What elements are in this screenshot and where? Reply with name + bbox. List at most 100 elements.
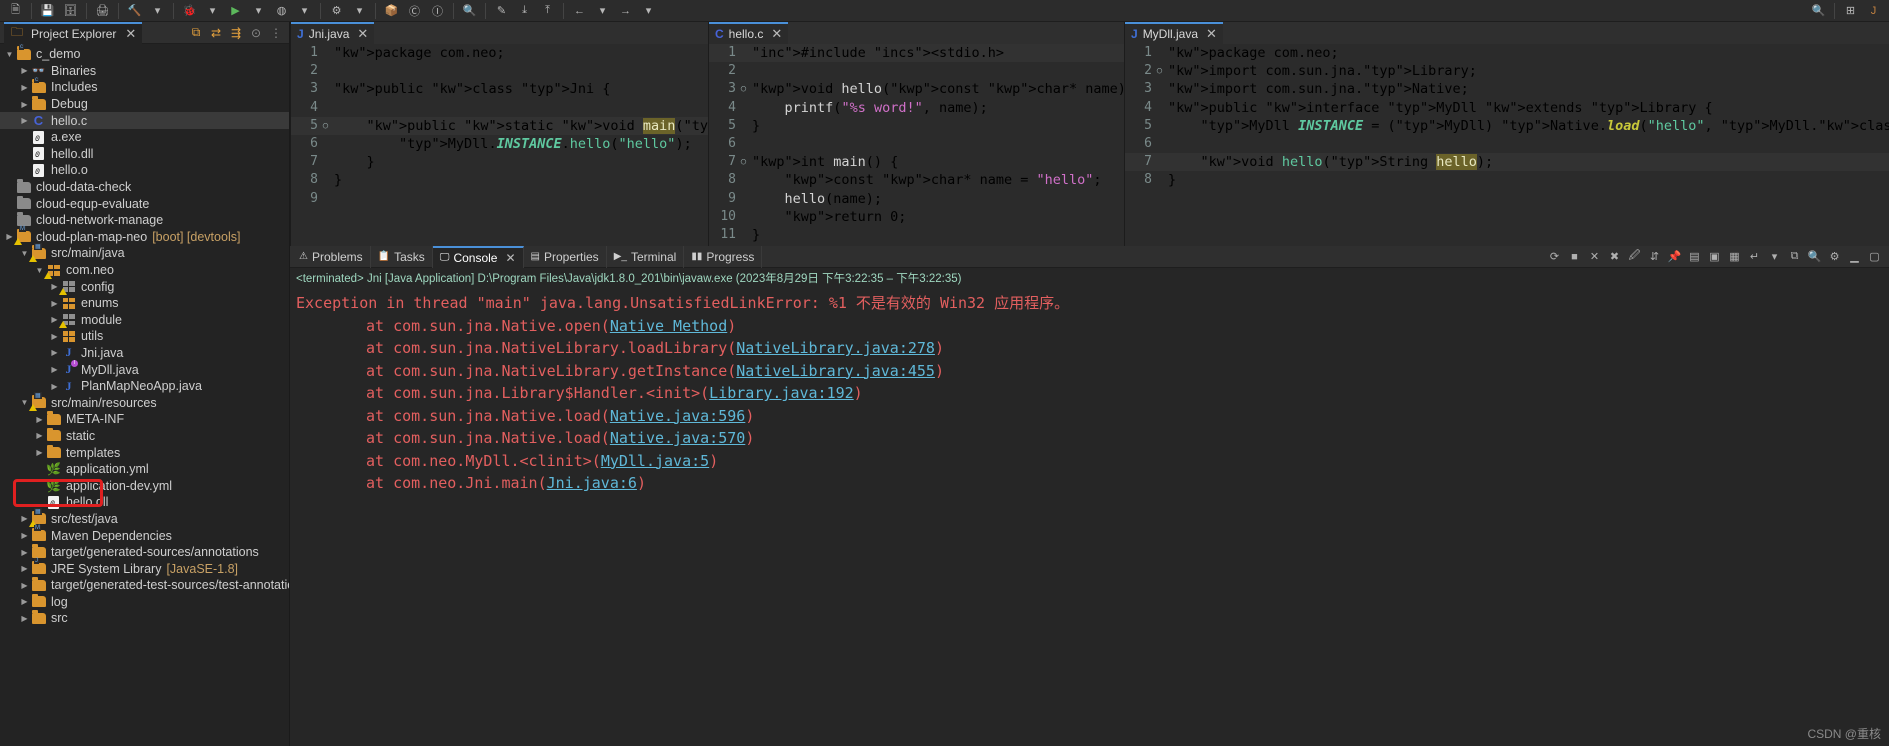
minimize-icon[interactable]: ▁	[1846, 248, 1863, 265]
forward-icon[interactable]: →	[615, 1, 636, 20]
fold-marker[interactable]: ○	[739, 153, 748, 171]
save-icon[interactable]: 💾	[37, 1, 58, 20]
bottom-tab-terminal[interactable]: ▶_ Terminal	[607, 245, 685, 268]
tree-item-maven-dependencies[interactable]: ▶ M Maven Dependencies	[0, 525, 289, 544]
fold-marker[interactable]: ○	[739, 80, 748, 98]
tree-item-hello-o[interactable]: hello.o	[0, 162, 289, 179]
back-icon[interactable]: ←	[569, 1, 590, 20]
code-line[interactable]: 8 "kwp">const "kwp">char* name = "hello"…	[709, 171, 1124, 189]
chevron-down-icon[interactable]: ▾	[202, 1, 223, 20]
close-icon[interactable]: ✕	[357, 26, 368, 42]
chevron-right-icon[interactable]: ▶	[49, 348, 60, 357]
code-line[interactable]: 7 ○ "kwp">int main() {	[709, 153, 1124, 171]
preferences-icon[interactable]: ⚙	[1826, 248, 1843, 265]
stacktrace-link[interactable]: Native.java:596	[610, 407, 745, 425]
tree-item-jre-system-library[interactable]: ▶ J JRE System Library [JavaSE-1.8]	[0, 558, 289, 577]
last-edit-location-icon[interactable]: ✎	[491, 1, 512, 20]
save-all-icon[interactable]: 🗄	[60, 1, 81, 20]
code-area[interactable]: 1 "kw">package com.neo; 2 3 "kw">public "kw"…	[291, 44, 708, 246]
tree-item-jni-java[interactable]: ▶ J Jni.java	[0, 345, 289, 362]
chevron-right-icon[interactable]: ▶	[49, 365, 60, 374]
remove-launch-icon[interactable]: ✕	[1586, 248, 1603, 265]
tab-hello-c[interactable]: Chello.c ✕	[709, 22, 789, 44]
chevron-right-icon[interactable]: ▶	[19, 531, 30, 540]
new-icon[interactable]: 🗎	[5, 1, 26, 20]
code-line[interactable]: 2	[709, 62, 1124, 80]
new-console-view-icon[interactable]: ▦	[1726, 248, 1743, 265]
tree-item-static[interactable]: ▶ static	[0, 427, 289, 445]
maximize-icon[interactable]: ▢	[1866, 248, 1883, 265]
code-line[interactable]: 4	[291, 99, 708, 117]
find-icon[interactable]: 🔍	[1806, 248, 1823, 265]
tree-item-binaries[interactable]: ▶ 👓 Binaries	[0, 63, 289, 80]
chevron-right-icon[interactable]: ▶	[19, 66, 30, 75]
menu-icon[interactable]: ▾	[1766, 248, 1783, 265]
chevron-down-icon[interactable]: ▾	[248, 1, 269, 20]
tree-item-com-neo[interactable]: ▼ com.neo	[0, 262, 289, 279]
tree-item-hello-c[interactable]: ▶ Chello.c	[0, 112, 289, 129]
tree-item-src-test-java[interactable]: ▶ ▦ src/test/java	[0, 508, 289, 528]
collapse-all-icon[interactable]: ⧉	[187, 24, 205, 42]
link-with-editor-icon[interactable]: ⇄	[207, 24, 225, 42]
bottom-tab-tasks[interactable]: 📋 Tasks	[371, 245, 433, 268]
tree-item-config[interactable]: ▶ config	[0, 278, 289, 296]
new-class-icon[interactable]: Ⓒ	[404, 1, 425, 20]
code-line[interactable]: 6	[709, 135, 1124, 153]
terminate-icon[interactable]: ■	[1566, 248, 1583, 265]
refresh-icon[interactable]: ⟳	[1546, 248, 1563, 265]
code-line[interactable]: 5}	[709, 117, 1124, 135]
code-line[interactable]: 3 "kw">public "kw">class "typ">Jni {	[291, 80, 708, 98]
display-selected-console-icon[interactable]: ▤	[1686, 248, 1703, 265]
copy-icon[interactable]: ⧉	[1786, 248, 1803, 265]
tree-item-src-main-resources[interactable]: ▼ ▦ src/main/resources	[0, 392, 289, 412]
chevron-right-icon[interactable]: ▶	[19, 100, 30, 109]
chevron-down-icon[interactable]: ▾	[638, 1, 659, 20]
tree-item-planmapneoapp-java[interactable]: ▶ J PlanMapNeoApp.java	[0, 378, 289, 395]
focus-icon[interactable]: ⊙	[247, 24, 265, 42]
tree-item-src-main-java[interactable]: ▼ ▦ src/main/java	[0, 242, 289, 262]
open-perspective-icon[interactable]: ⊞	[1840, 1, 1861, 20]
code-line[interactable]: 3 "kw">import com.sun.jna."typ">Native;	[1125, 80, 1889, 98]
project-tree[interactable]: ▼ c c_demo ▶ 👓 Binaries ▶ c Includes ▶ Debug ▶ Chell…	[0, 44, 289, 744]
print-icon[interactable]: 🖨	[92, 1, 113, 20]
chevron-right-icon[interactable]: ▶	[49, 299, 60, 308]
chevron-right-icon[interactable]: ▶	[49, 332, 60, 341]
chevron-right-icon[interactable]: ▶	[19, 116, 30, 125]
code-line[interactable]: 1 "inc">#include "incs"><stdio.h>	[709, 44, 1124, 63]
stacktrace-link[interactable]: Native.java:570	[610, 429, 745, 447]
build-icon[interactable]: 🔨	[124, 1, 145, 20]
stacktrace-link[interactable]: NativeLibrary.java:455	[736, 362, 935, 380]
code-line[interactable]: 10 "kwp">return 0;	[709, 208, 1124, 226]
stacktrace-link[interactable]: NativeLibrary.java:278	[736, 339, 935, 357]
code-line[interactable]: 4 printf("%s word!", name);	[709, 99, 1124, 117]
scroll-lock-icon[interactable]: ⇵	[1646, 248, 1663, 265]
code-line[interactable]: 5 "typ">MyDll INSTANCE = ("typ">MyDll) "…	[1125, 117, 1889, 135]
next-annotation-icon[interactable]: ⤓	[514, 1, 535, 20]
tree-item-enums[interactable]: ▶ enums	[0, 295, 289, 312]
tree-item-target-generated-sources-annotations[interactable]: ▶ target/generated-sources/annotations	[0, 544, 289, 561]
code-line[interactable]: 8}	[291, 171, 708, 189]
bottom-tab-console[interactable]: 🖵 Console ✕	[432, 245, 524, 268]
code-line[interactable]: 1 "kw">package com.neo;	[291, 44, 708, 62]
run-icon[interactable]: ▶	[225, 1, 246, 20]
code-line[interactable]: 7 "kw">void hello("typ">String hello);	[1125, 153, 1889, 172]
code-line[interactable]: 6 "typ">MyDll.INSTANCE.hello("hello");	[291, 135, 708, 153]
code-line[interactable]: 1 "kw">package com.neo;	[1125, 44, 1889, 62]
code-line[interactable]: 5 ○ "kw">public "kw">static "kw">void mai…	[291, 116, 708, 135]
code-line[interactable]: 8}	[1125, 171, 1889, 189]
tree-item-application-dev-yml[interactable]: 🌿 application-dev.yml	[0, 477, 289, 494]
code-line[interactable]: 2 ○ "kw">import com.sun.jna."typ">Library;	[1125, 62, 1889, 80]
pin-console-icon[interactable]: 📌	[1666, 248, 1683, 265]
word-wrap-icon[interactable]: ↵	[1746, 248, 1763, 265]
tree-item-debug[interactable]: ▶ Debug	[0, 96, 289, 113]
code-line[interactable]: 11}	[709, 226, 1124, 244]
code-area[interactable]: 1 "inc">#include "incs"><stdio.h> 2 3 ○ "kwp"…	[709, 44, 1124, 246]
tab-jni-java[interactable]: J Jni.java ✕	[291, 22, 375, 44]
code-line[interactable]: 9	[291, 190, 708, 208]
open-console-icon[interactable]: ▣	[1706, 248, 1723, 265]
close-icon[interactable]: ✕	[505, 251, 515, 265]
tree-item-cloud-network-manage[interactable]: cloud-network-manage	[0, 212, 289, 229]
chevron-right-icon[interactable]: ▶	[34, 448, 45, 457]
tree-item-a-exe[interactable]: a.exe	[0, 129, 289, 146]
close-icon[interactable]: ✕	[125, 26, 136, 42]
